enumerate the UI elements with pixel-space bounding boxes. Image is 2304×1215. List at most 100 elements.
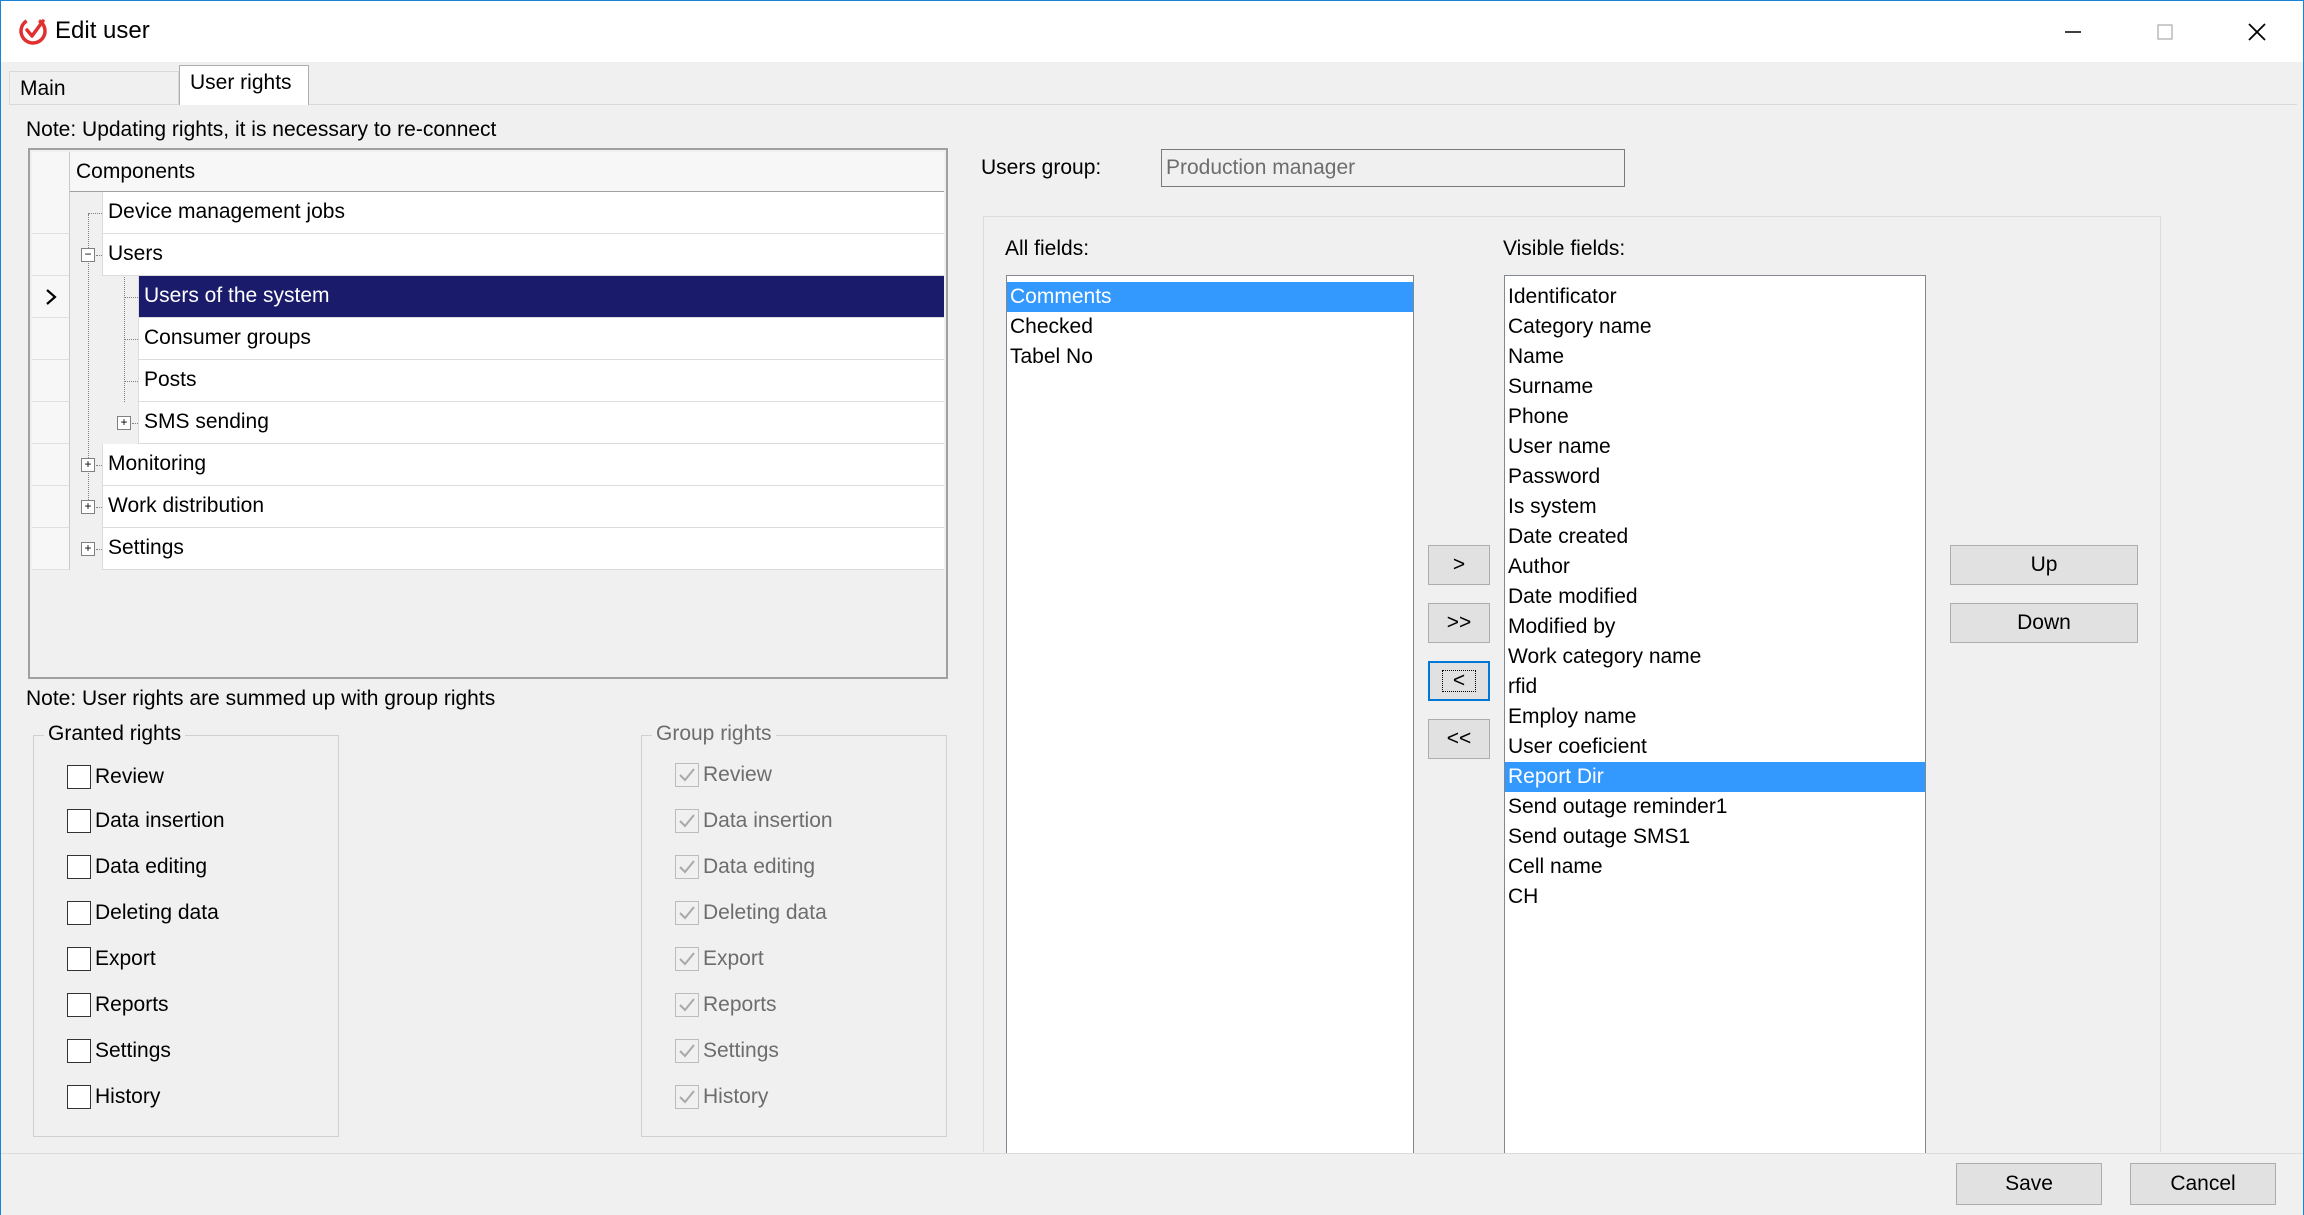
list-item[interactable]: Surname — [1505, 372, 1925, 402]
list-item[interactable]: Modified by — [1505, 612, 1925, 642]
users-group-field[interactable]: Production manager — [1161, 149, 1625, 187]
list-item[interactable]: User name — [1505, 432, 1925, 462]
checkmark-icon — [675, 947, 699, 971]
granted-review-checkbox[interactable]: Review — [67, 765, 164, 789]
checkbox-icon — [67, 809, 91, 833]
tree-row-label: Users of the system — [144, 284, 330, 307]
tree-row[interactable]: Consumer groups — [32, 318, 944, 360]
checkmark-icon — [675, 1085, 699, 1109]
tree-row[interactable]: + Settings — [32, 528, 944, 570]
maximize-button[interactable] — [2119, 1, 2211, 62]
visible-fields-list[interactable]: Identificator Category name Name Surname… — [1504, 275, 1926, 1153]
granted-data-editing-checkbox[interactable]: Data editing — [67, 855, 207, 879]
checkbox-icon — [67, 947, 91, 971]
tree-row[interactable]: + Monitoring — [32, 444, 944, 486]
list-item[interactable]: Date modified — [1505, 582, 1925, 612]
list-item[interactable]: Identificator — [1505, 282, 1925, 312]
components-tree[interactable]: Components Device management jobs − User… — [28, 148, 948, 679]
edit-user-window: Edit user Main information User rights N… — [0, 0, 2304, 1215]
row-pointer-icon — [45, 288, 57, 305]
all-fields-list[interactable]: Comments Checked Tabel No — [1006, 275, 1414, 1153]
minimize-icon — [2065, 30, 2081, 33]
granted-settings-checkbox[interactable]: Settings — [67, 1039, 171, 1063]
tree-row-label: Settings — [108, 536, 184, 559]
summed-rights-note: Note: User rights are summed up with gro… — [26, 687, 496, 710]
list-item[interactable]: rfid — [1505, 672, 1925, 702]
list-item[interactable]: User coeficient — [1505, 732, 1925, 762]
minimize-button[interactable] — [2027, 1, 2119, 62]
list-item[interactable]: CH — [1505, 882, 1925, 912]
collapse-icon[interactable]: − — [81, 248, 95, 262]
list-item[interactable]: Checked — [1007, 312, 1413, 342]
tree-row-label: Work distribution — [108, 494, 265, 517]
tab-main-information[interactable]: Main information — [9, 71, 179, 134]
list-item[interactable]: Send outage reminder1 — [1505, 792, 1925, 822]
list-item[interactable]: Date created — [1505, 522, 1925, 552]
visible-fields-label: Visible fields: — [1503, 237, 1626, 260]
window-title: Edit user — [55, 17, 150, 44]
tree-row[interactable]: + SMS sending — [32, 402, 944, 444]
list-item[interactable]: Name — [1505, 342, 1925, 372]
save-button[interactable]: Save — [1956, 1163, 2102, 1205]
tree-row[interactable]: + Work distribution — [32, 486, 944, 528]
granted-data-insertion-checkbox[interactable]: Data insertion — [67, 809, 225, 833]
remove-field-button[interactable]: < — [1428, 661, 1490, 701]
add-all-fields-button[interactable]: >> — [1428, 603, 1490, 643]
add-field-button[interactable]: > — [1428, 545, 1490, 585]
list-item[interactable]: Phone — [1505, 402, 1925, 432]
granted-export-checkbox[interactable]: Export — [67, 947, 156, 971]
tree-row[interactable]: Posts — [32, 360, 944, 402]
users-group-label: Users group: — [981, 156, 1102, 179]
tree-row-label: Posts — [144, 368, 197, 391]
checkbox-icon — [67, 1039, 91, 1063]
checkbox-icon — [67, 901, 91, 925]
tree-row[interactable]: − Users — [32, 234, 944, 276]
granted-reports-checkbox[interactable]: Reports — [67, 993, 169, 1017]
checkbox-icon — [67, 993, 91, 1017]
list-item[interactable]: Report Dir — [1505, 762, 1925, 792]
list-item[interactable]: Send outage SMS1 — [1505, 822, 1925, 852]
list-item[interactable]: Comments — [1007, 282, 1413, 312]
list-item[interactable]: Cell name — [1505, 852, 1925, 882]
group-history-checkbox: History — [675, 1085, 768, 1109]
list-item[interactable]: Category name — [1505, 312, 1925, 342]
list-item[interactable]: Password — [1505, 462, 1925, 492]
close-icon — [2248, 22, 2266, 41]
move-down-button[interactable]: Down — [1950, 603, 2138, 643]
group-data-editing-checkbox: Data editing — [675, 855, 815, 879]
expand-icon[interactable]: + — [81, 458, 95, 472]
tab-user-rights[interactable]: User rights — [179, 65, 309, 105]
cancel-button[interactable]: Cancel — [2130, 1163, 2276, 1205]
move-up-button[interactable]: Up — [1950, 545, 2138, 585]
reconnect-note: Note: Updating rights, it is necessary t… — [26, 118, 497, 141]
tree-row-label: Device management jobs — [108, 200, 345, 223]
tree-header-title: Components — [76, 160, 196, 183]
checkbox-icon — [67, 855, 91, 879]
remove-all-fields-button[interactable]: << — [1428, 719, 1490, 759]
tree-row[interactable]: Device management jobs — [32, 192, 944, 234]
tree-row-label: Consumer groups — [144, 326, 311, 349]
expand-icon[interactable]: + — [117, 416, 131, 430]
group-reports-checkbox: Reports — [675, 993, 777, 1017]
expand-icon[interactable]: + — [81, 500, 95, 514]
list-item[interactable]: Tabel No — [1007, 342, 1413, 372]
checkmark-icon — [675, 763, 699, 787]
checkmark-icon — [675, 1039, 699, 1063]
tree-row-selected[interactable]: Users of the system — [32, 276, 944, 318]
expand-icon[interactable]: + — [81, 542, 95, 556]
group-rights-title: Group rights — [652, 722, 776, 746]
granted-deleting-data-checkbox[interactable]: Deleting data — [67, 901, 219, 925]
checkbox-icon — [67, 765, 91, 789]
list-item[interactable]: Is system — [1505, 492, 1925, 522]
list-item[interactable]: Employ name — [1505, 702, 1925, 732]
granted-history-checkbox[interactable]: History — [67, 1085, 160, 1109]
checkmark-icon — [675, 809, 699, 833]
group-data-insertion-checkbox: Data insertion — [675, 809, 833, 833]
list-item[interactable]: Work category name — [1505, 642, 1925, 672]
close-button[interactable] — [2211, 1, 2303, 62]
all-fields-label: All fields: — [1005, 237, 1090, 260]
checkmark-icon — [675, 855, 699, 879]
granted-rights-group: Granted rights — [33, 722, 339, 1137]
app-logo-icon — [19, 17, 47, 45]
list-item[interactable]: Author — [1505, 552, 1925, 582]
